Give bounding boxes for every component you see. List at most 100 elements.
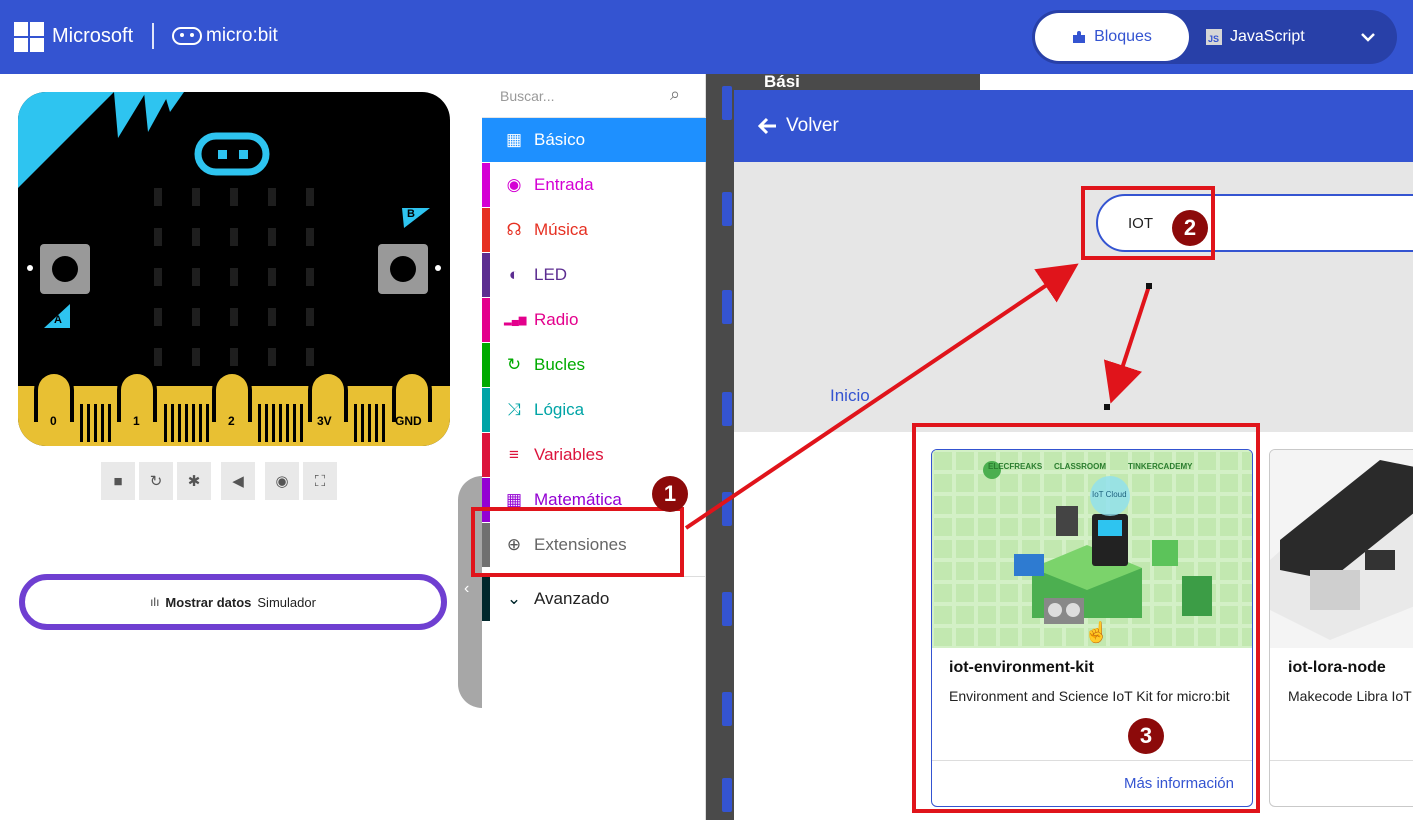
search-input[interactable]: Buscar... — [500, 88, 554, 104]
puzzle-icon — [1073, 31, 1086, 43]
simulator-label: Simulador — [257, 594, 316, 610]
debug-button[interactable]: ✱ — [177, 462, 211, 500]
microbit-label[interactable]: micro:bit — [206, 25, 278, 47]
category-label: Bucles — [534, 355, 586, 374]
led — [230, 348, 238, 366]
workspace-block[interactable] — [722, 592, 732, 626]
screenshot-icon: ◉ — [275, 473, 289, 490]
led — [230, 188, 238, 206]
workspace-block[interactable] — [722, 392, 732, 426]
category-radio[interactable]: ▂▄▆ Radio — [482, 298, 706, 342]
category-led[interactable]: ◐ LED — [482, 253, 706, 297]
edge-stripe — [94, 404, 97, 442]
edge-stripe — [192, 404, 195, 442]
button-b[interactable] — [378, 244, 428, 294]
category-avanzado[interactable]: ⌄ Avanzado — [482, 576, 706, 621]
category-label: Básico — [534, 130, 586, 149]
workspace-block[interactable] — [722, 778, 732, 812]
edge-stripe — [199, 404, 202, 442]
screenshot-button[interactable]: ◉ — [265, 462, 299, 500]
workspace-block[interactable] — [722, 290, 732, 324]
blocks-button[interactable]: Bloques — [1035, 13, 1189, 61]
microsoft-label: Microsoft — [52, 25, 134, 47]
signal-icon: ▂▄▆ — [504, 314, 527, 326]
edge-stripe — [265, 404, 268, 442]
shuffle-icon: ⤨ — [507, 400, 521, 419]
edge-stripe — [382, 404, 385, 442]
highlight-extensions — [471, 507, 684, 577]
javascript-button[interactable]: JS JavaScript — [1206, 13, 1336, 61]
extension-card-iot-lora-node[interactable]: iot-lora-node Makecode Libra IoT LoRa No… — [1269, 449, 1413, 807]
back-label: Volver — [786, 115, 839, 136]
stop-button[interactable]: ■ — [101, 462, 135, 500]
led — [230, 268, 238, 286]
button-a[interactable] — [40, 244, 90, 294]
blocks-label: Bloques — [1094, 28, 1152, 45]
category-entrada[interactable]: ◉ Entrada — [482, 163, 706, 207]
header-divider — [152, 23, 154, 49]
fullscreen-button[interactable]: ⛶ — [303, 462, 337, 500]
category-color-bar — [482, 118, 490, 162]
workspace-block[interactable] — [722, 492, 732, 526]
extension-card-image — [1270, 450, 1413, 648]
category-variables[interactable]: ≡ Variables — [482, 433, 706, 477]
workspace-block[interactable] — [722, 86, 732, 120]
grid-icon: ▦ — [505, 130, 523, 149]
fullscreen-icon: ⛶ — [314, 472, 326, 490]
target-icon: ◉ — [506, 175, 522, 194]
debug-icon: ✱ — [187, 473, 201, 490]
category-color-bar — [482, 298, 490, 342]
edge-stripe — [101, 404, 104, 442]
workspace-block[interactable] — [722, 192, 732, 226]
category-bucles[interactable]: ↻ Bucles — [482, 343, 706, 387]
category-label: Lógica — [534, 400, 585, 419]
category-color-bar — [482, 343, 490, 387]
loop-icon: ↻ — [506, 355, 522, 374]
category-musica[interactable]: ☊ Música — [482, 208, 706, 252]
language-menu-button[interactable] — [1346, 13, 1390, 61]
workspace-block[interactable] — [722, 692, 732, 726]
category-logica[interactable]: ⤨ Lógica — [482, 388, 706, 432]
category-label: LED — [534, 265, 568, 284]
step-1-badge: 1 — [652, 476, 688, 512]
led — [230, 308, 238, 326]
mute-button[interactable]: ◀ — [221, 462, 255, 500]
category-basico[interactable]: ▦ Básico — [482, 118, 706, 162]
led — [154, 308, 162, 326]
toolbox-search[interactable]: Buscar... ⌕ — [482, 74, 706, 118]
edge-stripe — [300, 404, 303, 442]
mute-icon: ◀ — [232, 473, 244, 490]
show-data-button[interactable]: ılı Mostrar datos Simulador — [19, 574, 447, 630]
simulator-toolbar: ■ ↻ ✱ ◀ ◉ ⛶ — [101, 462, 337, 500]
category-color-bar — [482, 388, 490, 432]
edge-stripe — [286, 404, 289, 442]
category-label: Música — [534, 220, 588, 239]
restart-icon: ↻ — [149, 473, 163, 490]
blocks-workspace[interactable] — [706, 74, 734, 820]
editor-switch: Bloques JS JavaScript — [1032, 10, 1397, 64]
top-bar: Microsoft micro:bit Bloques JS JavaScrip… — [0, 0, 1413, 74]
pin-label: 0 — [50, 414, 57, 428]
led — [192, 268, 200, 286]
restart-button[interactable]: ↻ — [139, 462, 173, 500]
lines-icon: ≡ — [509, 445, 519, 464]
bar-chart-icon: ılı — [150, 595, 160, 609]
category-color-bar — [482, 163, 490, 207]
back-button[interactable]: Volver — [758, 115, 839, 137]
highlight-card — [912, 423, 1260, 813]
led — [268, 188, 276, 206]
led — [268, 228, 276, 246]
button-b-label: B — [407, 208, 415, 220]
search-icon[interactable]: ⌕ — [670, 84, 680, 105]
step-3-badge: 3 — [1128, 718, 1164, 754]
edge-stripe — [80, 404, 83, 442]
microbit-simulator[interactable]: B A 0 1 2 3V GND — [18, 92, 450, 446]
led — [268, 348, 276, 366]
headphones-icon: ☊ — [506, 220, 522, 239]
toggle-icon: ◐ — [508, 265, 520, 284]
more-info-link[interactable] — [1270, 760, 1413, 806]
edge-stripe — [375, 404, 378, 442]
edge-stripe — [164, 404, 167, 442]
led — [306, 308, 314, 326]
breadcrumb-home[interactable]: Inicio — [830, 386, 870, 406]
